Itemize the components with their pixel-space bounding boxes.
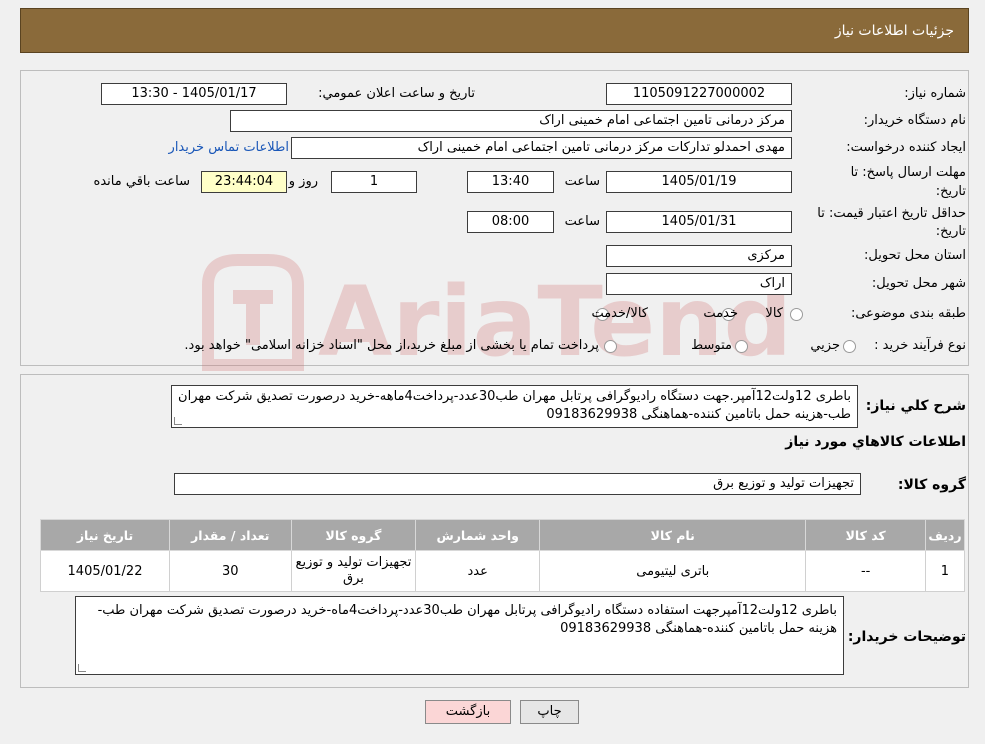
announce-label: تاریخ و ساعت اعلان عمومي: (318, 86, 475, 101)
description-textarea[interactable]: باطری 12ولت12آمپر.جهت دستگاه رادیوگرافی … (171, 385, 858, 428)
goods-section-title: اطلاعات کالاهاي مورد نیاز (785, 434, 966, 450)
buyer-org-field: مرکز درمانی تامین اجتماعی امام خمینی ارا… (230, 110, 792, 132)
process-radio-treasury[interactable] (604, 340, 617, 353)
buyer-contact-link[interactable]: اطلاعات تماس خریدار (169, 140, 289, 155)
send-date-field: 1405/01/19 (606, 171, 792, 193)
days-field: 1 (331, 171, 417, 193)
print-button[interactable]: چاپ (520, 700, 579, 724)
city-label: شهر محل تحویل: (871, 276, 966, 291)
need-number-label: شماره نیاز: (904, 86, 966, 101)
description-label: شرح کلي نیاز: (865, 398, 966, 414)
back-button[interactable]: بازگشت (425, 700, 511, 724)
cell-unit: عدد (415, 550, 541, 592)
need-number-field: 1105091227000002 (606, 83, 792, 105)
page-header: جزئیات اطلاعات نیاز (20, 8, 969, 53)
send-deadline-label: مهلت ارسال پاسخ: تا (850, 165, 966, 180)
goods-table-header: ردیف کد کالا نام کالا واحد شمارش گروه کا… (39, 519, 966, 551)
process-radio-minor[interactable] (843, 340, 856, 353)
cell-group: تجهیزات تولید و توزیع برق (290, 550, 417, 592)
process-option-minor: جزیي (810, 338, 840, 353)
col-header-row-number: ردیف (924, 519, 966, 551)
category-label: طبقه بندی موضوعی: (850, 306, 966, 321)
announce-field: 1405/01/17 - 13:30 (101, 83, 287, 105)
description-text: باطری 12ولت12آمپر.جهت دستگاه رادیوگرافی … (178, 389, 851, 422)
resize-grip-icon[interactable] (78, 664, 86, 672)
col-header-quantity: تعداد / مقدار (169, 519, 292, 551)
cell-date: 1405/01/22 (39, 550, 171, 592)
page-title: جزئیات اطلاعات نیاز (834, 23, 954, 39)
requester-label: ایجاد کننده درخواست: (846, 140, 966, 155)
col-header-name: نام کالا (539, 519, 807, 551)
buyer-notes-label: توضیحات خریدار: (847, 629, 966, 645)
province-field: مرکزی (606, 245, 792, 267)
validity-time-field: 08:00 (467, 211, 554, 233)
category-option-goods-service: کالا/خدمت (591, 306, 648, 321)
buyer-org-label: نام دستگاه خریدار: (863, 113, 966, 128)
goods-group-field: تجهیزات تولید و توزیع برق (174, 473, 861, 495)
process-label: نوع فرآیند خرید : (874, 338, 966, 353)
validity-time-label: ساعت (564, 214, 600, 229)
validity-label: حداقل تاریخ اعتبار قیمت: تا (817, 206, 966, 221)
process-radio-medium[interactable] (735, 340, 748, 353)
validity-date-field: 1405/01/31 (606, 211, 792, 233)
send-time-field: 13:40 (467, 171, 554, 193)
send-time-label: ساعت (564, 174, 600, 189)
remaining-label: ساعت باقي مانده (93, 174, 190, 189)
buyer-notes-text: باطری 12ولت12آمپرجهت استفاده دستگاه رادی… (97, 603, 837, 636)
city-field: اراک (606, 273, 792, 295)
cell-quantity: 30 (169, 550, 292, 592)
category-option-goods: کالا (765, 306, 783, 321)
goods-group-label: گروه کالا: (897, 477, 966, 493)
remaining-time-field: 23:44:04 (201, 171, 287, 193)
category-option-service: خدمت (703, 306, 738, 321)
table-row: 1 -- باتری لیتیومی عدد تجهیزات تولید و ت… (39, 550, 966, 592)
process-option-medium: متوسط (691, 338, 732, 353)
col-header-date: تاریخ نیاز (39, 519, 171, 551)
send-deadline-label-line2: تاریخ: (935, 184, 966, 199)
col-header-unit: واحد شمارش (415, 519, 541, 551)
process-note: پرداخت تمام یا بخشی از مبلغ خرید،از محل … (184, 338, 599, 353)
validity-label-line2: تاریخ: (935, 224, 966, 239)
requester-field: مهدی احمدلو تدارکات مرکز درمانی تامین اج… (291, 137, 792, 159)
cell-name: باتری لیتیومی (539, 550, 807, 592)
province-label: استان محل تحویل: (864, 248, 966, 263)
col-header-group: گروه کالا (290, 519, 417, 551)
buyer-notes-textarea[interactable]: باطری 12ولت12آمپرجهت استفاده دستگاه رادی… (75, 596, 844, 675)
col-header-code: کد کالا (805, 519, 926, 551)
goods-table: ردیف کد کالا نام کالا واحد شمارش گروه کا… (39, 519, 966, 592)
days-label: روز و (288, 174, 318, 189)
resize-grip-icon[interactable] (174, 417, 182, 425)
cell-code: -- (805, 550, 926, 592)
cell-row-number: 1 (924, 550, 966, 592)
category-radio-goods[interactable] (790, 308, 803, 321)
